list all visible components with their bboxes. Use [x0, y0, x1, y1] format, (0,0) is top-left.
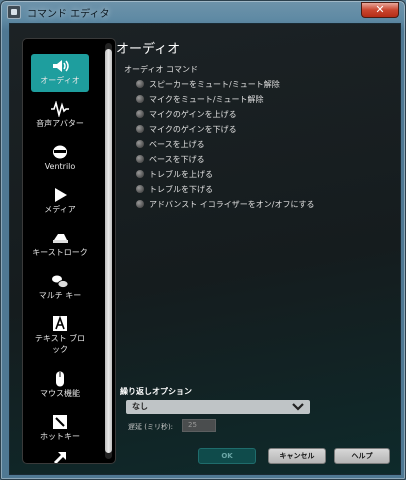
command-label: ベースを上げる	[149, 140, 205, 149]
sidebar-item-audio[interactable]: オーディオ	[31, 54, 89, 92]
cancel-button[interactable]: キャンセル	[268, 448, 326, 464]
sidebar-item-label: ホットキー	[40, 432, 80, 441]
radio-bullet	[136, 124, 144, 133]
text-block-icon	[53, 316, 67, 331]
chevron-down-icon	[292, 403, 304, 411]
radio-bullet	[136, 199, 144, 208]
radio-bullet	[136, 109, 144, 118]
radio-bullet	[136, 169, 144, 178]
repeat-option-select[interactable]: なし	[126, 400, 310, 414]
command-item[interactable]: トレブルを上げる	[136, 169, 315, 184]
command-item[interactable]: スピーカーをミュート/ミュート解除	[136, 79, 315, 94]
command-label: トレブルを下げる	[149, 185, 213, 194]
command-category-sidebar: オーディオ 音声アバター Ventrilo メディア キーストローク マルチ キ…	[22, 38, 116, 464]
close-button[interactable]: ✕	[361, 2, 399, 18]
radio-bullet	[136, 79, 144, 88]
sidebar-item-text-block[interactable]: テキスト ブロック	[31, 312, 89, 360]
hotkey-icon	[53, 415, 67, 429]
command-label: スピーカーをミュート/ミュート解除	[149, 80, 280, 89]
client-area: オーディオ 音声アバター Ventrilo メディア キーストローク マルチ キ…	[9, 23, 401, 475]
sidebar-scrollbar[interactable]	[105, 43, 112, 459]
sidebar-item-mouse-function[interactable]: マウス機能	[31, 367, 89, 405]
play-icon	[55, 188, 67, 202]
title-bar[interactable]: コマンド エディタ ✕	[1, 1, 405, 23]
command-item[interactable]: トレブルを下げる	[136, 184, 315, 199]
command-label: ベースを下げる	[149, 155, 205, 164]
command-label: マイクのゲインを下げる	[149, 125, 237, 134]
page-title: オーディオ	[116, 42, 181, 57]
sidebar-item-label: 音声アバター	[36, 119, 84, 128]
sidebar-item-multi-key[interactable]: マルチ キー	[31, 269, 89, 307]
scrollbar-thumb[interactable]	[105, 49, 112, 453]
app-icon	[7, 5, 21, 19]
sidebar-item-label: テキスト ブロック	[34, 334, 86, 354]
sidebar-item-label: オーディオ	[40, 76, 80, 85]
help-button[interactable]: ヘルプ	[334, 448, 390, 464]
sidebar-item-voice-avatar[interactable]: 音声アバター	[31, 97, 89, 135]
sidebar-item-label: Ventrilo	[44, 162, 76, 171]
key-icon	[53, 234, 68, 243]
command-item[interactable]: マイクをミュート/ミュート解除	[136, 94, 315, 109]
shortcut-arrow-icon	[53, 452, 66, 463]
waveform-icon	[51, 101, 69, 117]
radio-bullet	[136, 94, 144, 103]
multi-key-icon	[52, 275, 69, 288]
sidebar-item-shortcut[interactable]	[31, 445, 89, 463]
command-item[interactable]: マイクのゲインを下げる	[136, 124, 315, 139]
sidebar-item-keystroke[interactable]: キーストローク	[31, 226, 89, 264]
sidebar-item-media[interactable]: メディア	[31, 183, 89, 221]
delay-label: 遅延 (ミリ秒):	[128, 423, 174, 431]
ok-button[interactable]: OK	[198, 448, 256, 464]
command-item[interactable]: アドバンスト イコライザーをオン/オフにする	[136, 199, 315, 214]
sidebar-item-label: マウス機能	[40, 389, 80, 398]
repeat-options-title: 繰り返しオプション	[120, 387, 192, 396]
command-label: アドバンスト イコライザーをオン/オフにする	[149, 200, 315, 209]
sidebar-item-label: キーストローク	[32, 248, 88, 257]
delay-input[interactable]: 25	[182, 419, 216, 432]
command-item[interactable]: ベースを下げる	[136, 154, 315, 169]
command-item[interactable]: ベースを上げる	[136, 139, 315, 154]
command-label: マイクのゲインを上げる	[149, 110, 237, 119]
command-editor-window: コマンド エディタ ✕ オーディオ 音声アバター Ventrilo メディア キ…	[0, 0, 406, 480]
section-title: オーディオ コマンド	[124, 65, 198, 74]
radio-bullet	[136, 139, 144, 148]
sidebar-item-hotkey[interactable]: ホットキー	[31, 410, 89, 448]
sidebar-item-label: メディア	[44, 205, 76, 214]
mouse-icon	[56, 371, 64, 387]
command-item[interactable]: マイクのゲインを上げる	[136, 109, 315, 124]
sidebar-item-label: マルチ キー	[38, 291, 82, 300]
sidebar-item-ventrilo[interactable]: Ventrilo	[31, 140, 89, 178]
window-title: コマンド エディタ	[27, 9, 110, 20]
command-label: マイクをミュート/ミュート解除	[149, 95, 264, 104]
radio-bullet	[136, 154, 144, 163]
audio-command-list: スピーカーをミュート/ミュート解除 マイクをミュート/ミュート解除 マイクのゲイ…	[136, 79, 315, 214]
radio-bullet	[136, 184, 144, 193]
repeat-option-value: なし	[132, 402, 148, 411]
ventrilo-icon	[53, 145, 67, 159]
speaker-icon	[53, 60, 69, 72]
command-label: トレブルを上げる	[149, 170, 213, 179]
